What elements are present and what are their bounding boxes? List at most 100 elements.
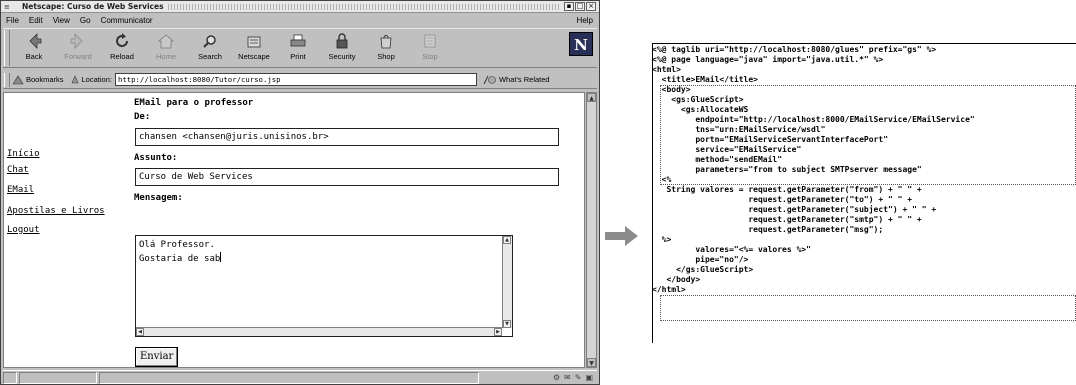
- code-line: portn="EMailServiceServantInterfacePort": [652, 135, 889, 144]
- page-vertical-scrollbar[interactable]: ▲ ▼: [586, 92, 597, 368]
- print-icon: [288, 32, 308, 50]
- code-line: method="sendEMail": [652, 155, 783, 164]
- bookmarks-button[interactable]: Bookmarks: [12, 74, 64, 85]
- window-menu-icon[interactable]: ≡: [4, 3, 14, 11]
- menu-help[interactable]: Help: [572, 16, 599, 25]
- netscape-button[interactable]: Netscape: [232, 29, 276, 67]
- menu-bar: File Edit View Go Communicator Help: [1, 14, 599, 26]
- menu-edit[interactable]: Edit: [24, 16, 48, 25]
- scroll-up-arrow[interactable]: ▲: [503, 236, 511, 244]
- home-button[interactable]: Home: [144, 29, 188, 67]
- nav-link-inicio[interactable]: Início: [7, 149, 40, 159]
- url-input[interactable]: http://localhost:8080/Tutor/curso.jsp: [114, 73, 477, 86]
- scroll-left-arrow[interactable]: ◀: [136, 328, 144, 336]
- menu-view[interactable]: View: [48, 16, 75, 25]
- code-listing: <%@ taglib uri="http://localhost:8080/gl…: [652, 43, 1076, 343]
- title-grip: [167, 3, 560, 10]
- bookmarks-label: Bookmarks: [26, 75, 64, 84]
- message-line-1: Olá Professor.: [139, 240, 215, 250]
- minimize-button[interactable]: ▪: [564, 2, 574, 11]
- bookmark-icon: [12, 74, 24, 84]
- title-bar: ≡ Netscape: Curso de Web Services ▪ □ ×: [1, 1, 599, 13]
- toolbar-handle[interactable]: [4, 30, 10, 66]
- shop-label: Shop: [377, 52, 395, 61]
- glue-script-end-highlight-box: [660, 295, 1076, 321]
- whats-related-label: What's Related: [498, 75, 550, 84]
- page-proxy-icon[interactable]: [70, 74, 80, 85]
- from-field[interactable]: chansen <chansen@juris.unisinos.br>: [135, 128, 559, 146]
- stop-icon: [420, 32, 440, 50]
- location-label: Location:: [81, 75, 112, 84]
- code-line: tns="urn:EMailService/wsdl": [652, 125, 826, 134]
- nav-link-chat[interactable]: Chat: [7, 165, 29, 175]
- netscape-logo[interactable]: N: [569, 32, 593, 56]
- navigation-toolbar: Back Forward Reload Home Search Netscape…: [3, 28, 597, 68]
- close-button[interactable]: ×: [586, 2, 596, 11]
- code-line: <gs:AllocateWS: [652, 105, 749, 114]
- message-textarea[interactable]: Olá Professor. Gostaria de sab ▲ ▼ ◀ ▶: [135, 235, 513, 337]
- right-arrow-icon: [605, 226, 638, 246]
- forward-button[interactable]: Forward: [56, 29, 100, 67]
- status-bar: ⚙ ✉ ✎ ▣: [3, 370, 597, 384]
- reload-icon: [112, 32, 132, 50]
- message-text: Olá Professor. Gostaria de sab: [139, 239, 222, 266]
- menu-communicator[interactable]: Communicator: [96, 16, 158, 25]
- home-label: Home: [155, 52, 176, 61]
- print-button[interactable]: Print: [276, 29, 320, 67]
- disk-icon[interactable]: ▣: [585, 373, 593, 382]
- shop-button[interactable]: Shop: [364, 29, 408, 67]
- code-line: request.getParameter("to") + " " +: [652, 195, 913, 204]
- window-title: Netscape: Curso de Web Services: [22, 2, 164, 11]
- code-line: request.getParameter("smtp") + " " +: [652, 215, 922, 224]
- code-line: </html>: [652, 285, 686, 294]
- security-label: Security: [328, 52, 356, 61]
- nav-link-email[interactable]: EMail: [7, 185, 34, 195]
- composer-icon[interactable]: ✎: [575, 373, 582, 382]
- menu-go[interactable]: Go: [75, 16, 96, 25]
- subject-field[interactable]: Curso de Web Services: [135, 168, 559, 186]
- subject-label: Assunto:: [134, 153, 178, 163]
- navigator-icon[interactable]: ⚙: [553, 373, 560, 382]
- print-label: Print: [290, 52, 306, 61]
- code-line: <%@ taglib uri="http://localhost:8080/gl…: [652, 45, 937, 54]
- code-frame-top: [652, 43, 1076, 44]
- nav-link-logout[interactable]: Logout: [7, 225, 40, 235]
- code-line: valores="<%= valores %>": [652, 245, 811, 254]
- reload-button[interactable]: Reload: [100, 29, 144, 67]
- code-line: endpoint="http://localhost:8000/EMailSer…: [652, 115, 975, 124]
- page-scroll-up-arrow[interactable]: ▲: [587, 93, 596, 102]
- message-label: Mensagem:: [134, 193, 183, 203]
- mail-icon[interactable]: ✉: [564, 373, 571, 382]
- related-icon: [483, 75, 496, 84]
- back-button[interactable]: Back: [12, 29, 56, 67]
- scroll-right-arrow[interactable]: ▶: [494, 328, 502, 336]
- stop-label: Stop: [422, 52, 438, 61]
- search-icon: [200, 32, 220, 50]
- code-line: pipe="no"/>: [652, 255, 749, 264]
- page-scroll-down-arrow[interactable]: ▼: [587, 358, 596, 367]
- code-line: service="EMailService": [652, 145, 802, 154]
- nav-link-apostilas[interactable]: Apostilas e Livros: [7, 206, 105, 216]
- search-button[interactable]: Search: [188, 29, 232, 67]
- home-icon: [156, 32, 176, 50]
- message-line-2-text: Gostaria de sab: [139, 254, 221, 264]
- maximize-button[interactable]: □: [575, 2, 585, 11]
- security-status-icon[interactable]: [3, 371, 17, 384]
- back-label: Back: [25, 52, 43, 61]
- code-line: parameters="from to subject SMTPserver m…: [652, 165, 922, 174]
- forward-label: Forward: [64, 52, 92, 61]
- stop-button[interactable]: Stop: [408, 29, 452, 67]
- send-button[interactable]: Enviar: [135, 347, 179, 367]
- message-line-2: Gostaria de sab: [139, 252, 222, 264]
- security-button[interactable]: Security: [320, 29, 364, 67]
- progress-segment: [19, 371, 97, 384]
- whats-related-button[interactable]: What's Related: [483, 75, 550, 85]
- message-vertical-scrollbar[interactable]: ▲ ▼: [502, 236, 512, 328]
- location-handle[interactable]: [4, 72, 10, 87]
- message-horizontal-scrollbar[interactable]: ◀ ▶: [136, 327, 502, 336]
- page-content: Início Chat EMail Apostilas e Livros Log…: [3, 92, 585, 368]
- scroll-down-arrow[interactable]: ▼: [503, 320, 511, 328]
- browser-window: ≡ Netscape: Curso de Web Services ▪ □ × …: [0, 0, 600, 385]
- lock-icon: [332, 32, 352, 50]
- menu-file[interactable]: File: [1, 16, 24, 25]
